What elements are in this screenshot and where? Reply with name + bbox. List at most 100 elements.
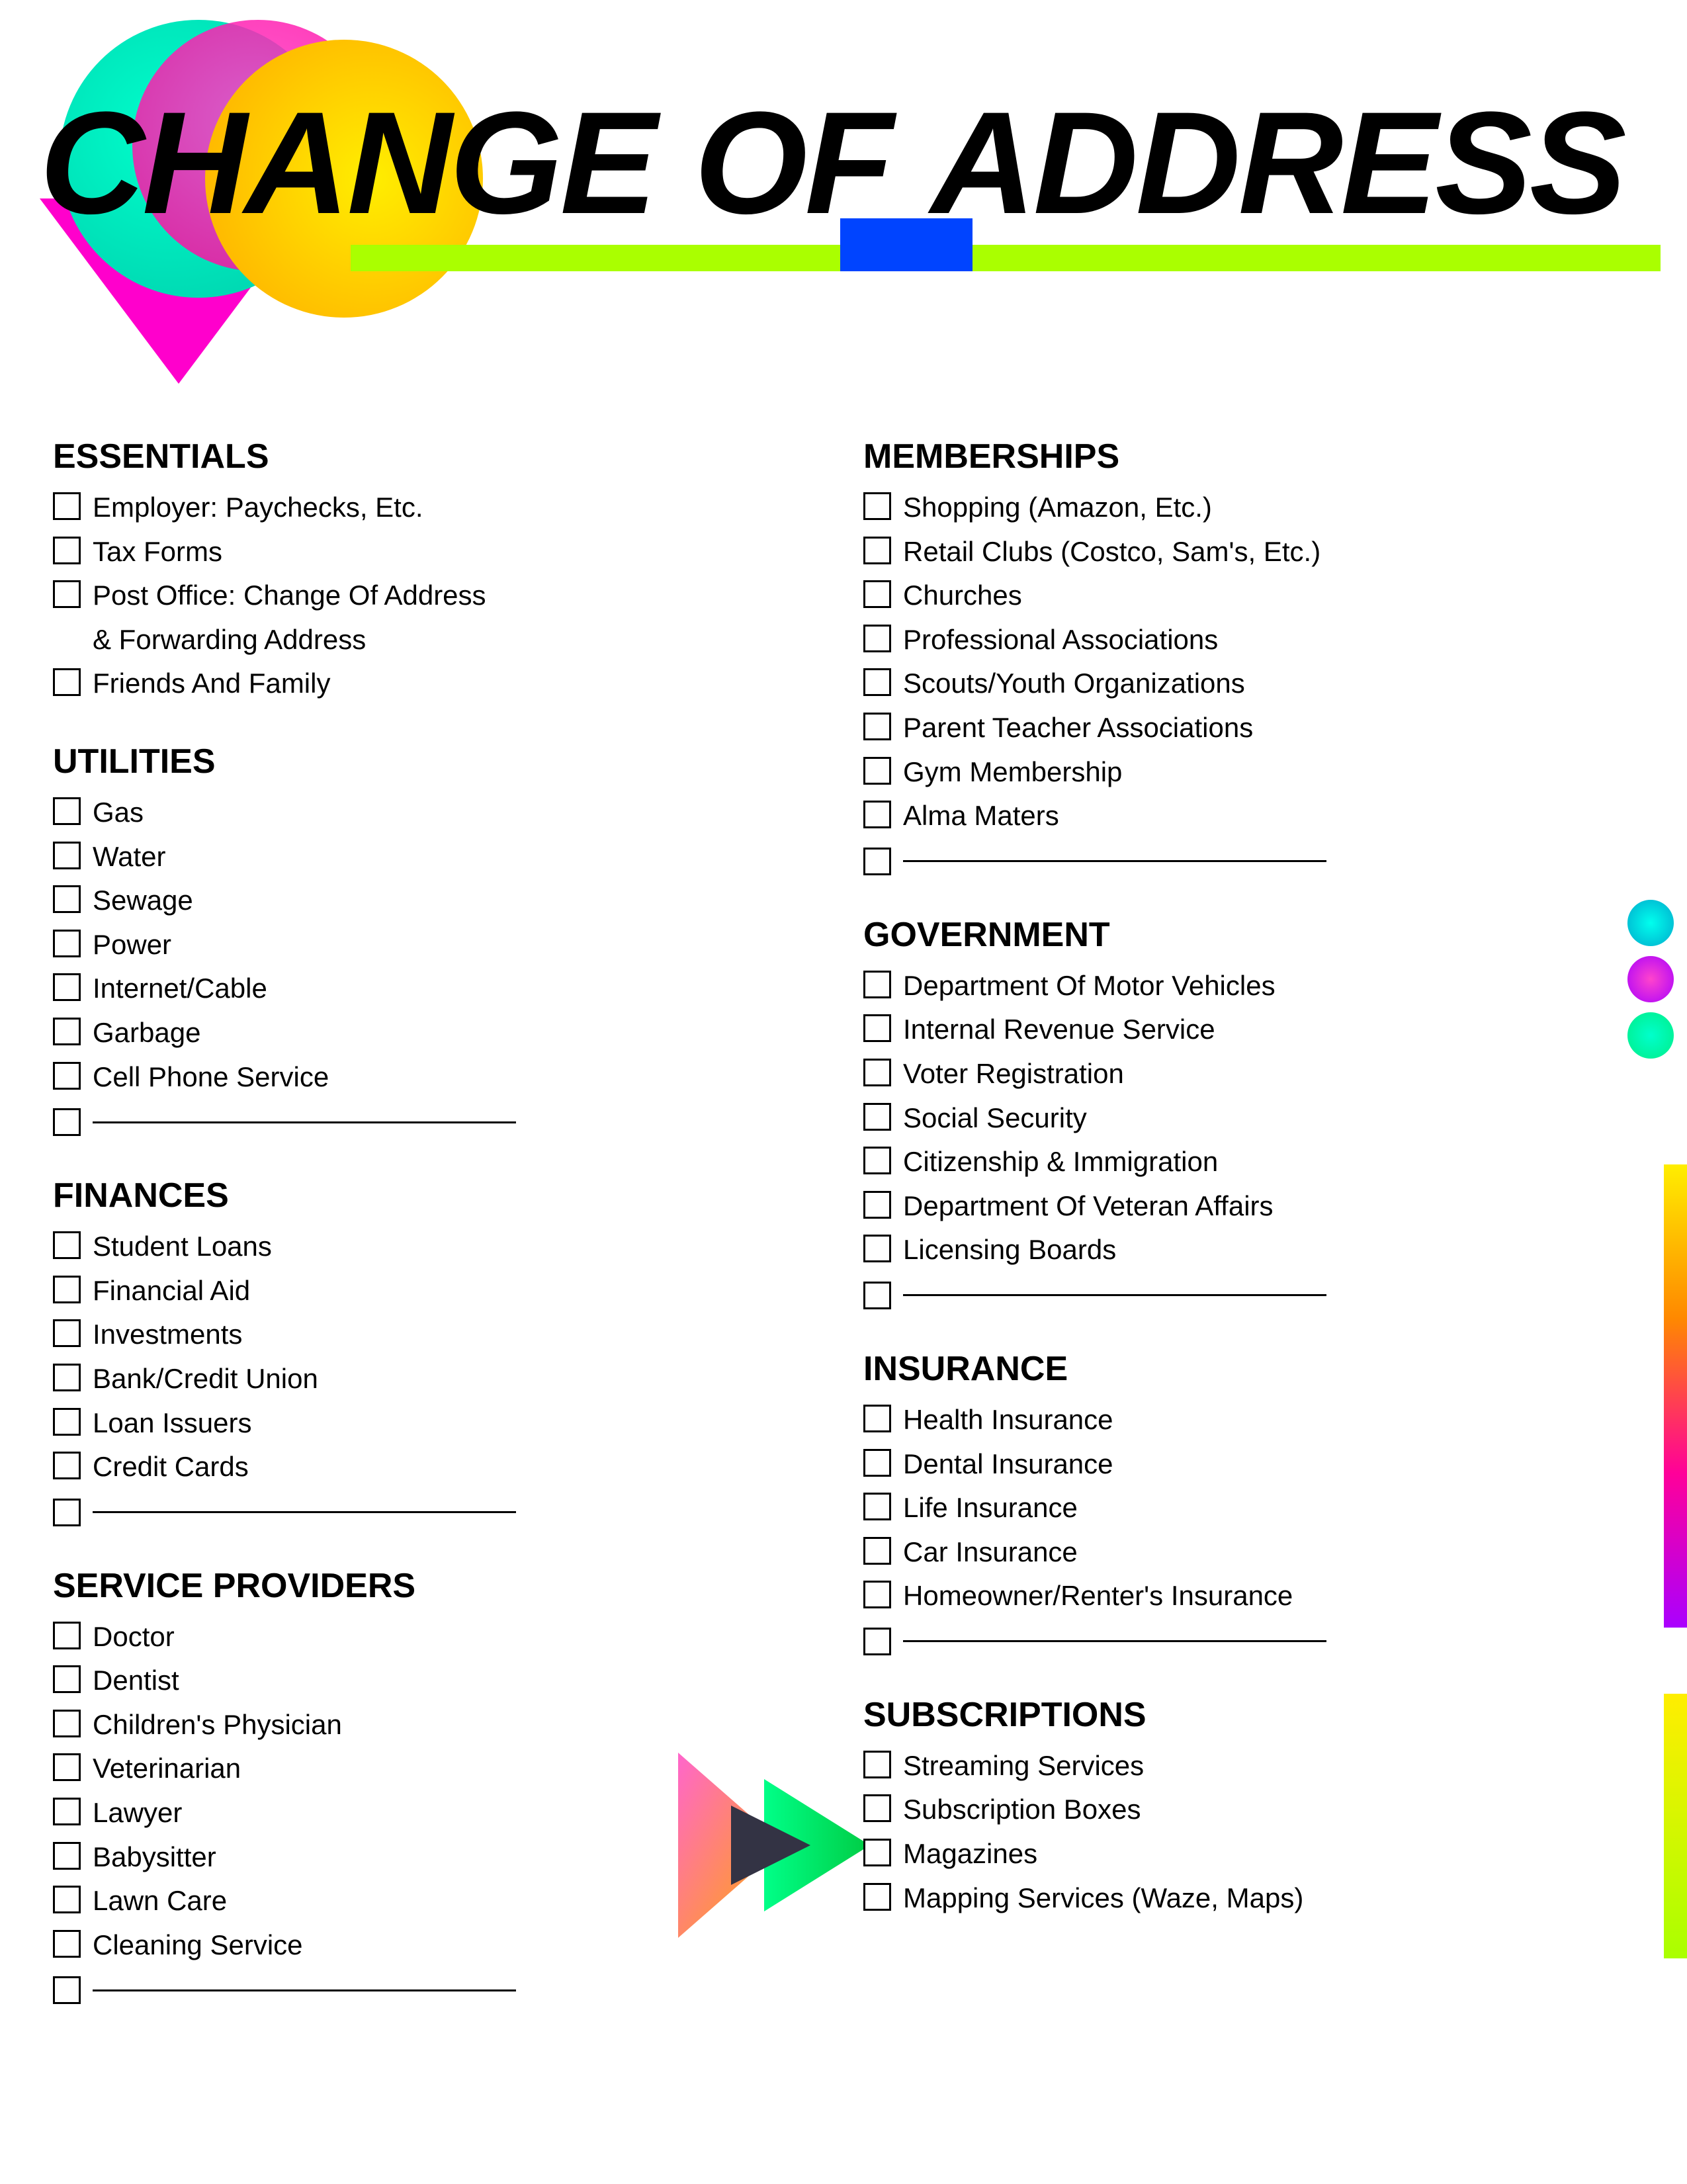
checkbox[interactable] (863, 537, 891, 564)
checkbox[interactable] (53, 1364, 81, 1391)
right-yellow-bar (1664, 1694, 1687, 1958)
checkbox[interactable] (863, 1581, 891, 1608)
title-change: CHANGE (40, 79, 654, 247)
checkbox[interactable] (863, 848, 891, 875)
checkbox[interactable] (863, 625, 891, 652)
title-of: OF (694, 79, 891, 247)
insurance-title: INSURANCE (863, 1349, 1634, 1389)
checkbox[interactable] (863, 1537, 891, 1565)
checkbox[interactable] (53, 668, 81, 696)
checkbox[interactable] (863, 580, 891, 608)
checkbox[interactable] (53, 1499, 81, 1526)
subscriptions-section: SUBSCRIPTIONS Streaming Services Subscri… (863, 1695, 1634, 1916)
deco-circle-1 (1627, 900, 1674, 946)
finances-title: FINANCES (53, 1176, 824, 1215)
checkbox[interactable] (53, 1886, 81, 1913)
blank-line (93, 1121, 516, 1123)
list-item: Tax Forms (53, 534, 824, 570)
checkbox[interactable] (53, 930, 81, 957)
checkbox[interactable] (53, 1062, 81, 1090)
checkbox[interactable] (53, 885, 81, 913)
list-item: Gym Membership (863, 754, 1634, 791)
list-item: Alma Maters (863, 798, 1634, 834)
checkbox[interactable] (53, 1108, 81, 1136)
list-item: Subscription Boxes (863, 1792, 1634, 1828)
checkbox[interactable] (863, 1103, 891, 1131)
checkbox[interactable] (863, 668, 891, 696)
checkbox[interactable] (53, 1231, 81, 1259)
checkbox[interactable] (863, 1191, 891, 1219)
checkbox[interactable] (863, 1282, 891, 1309)
list-item: Financial Aid (53, 1273, 824, 1309)
checkbox[interactable] (53, 1753, 81, 1781)
checkbox[interactable] (53, 1798, 81, 1825)
list-item: Post Office: Change Of Address (53, 578, 824, 614)
list-item: Voter Registration (863, 1056, 1634, 1092)
list-item: Water (53, 839, 824, 875)
blank-line (93, 1989, 516, 1991)
list-item: Student Loans (53, 1229, 824, 1265)
checkbox[interactable] (863, 1493, 891, 1520)
service-providers-section: SERVICE PROVIDERS Doctor Dentist Childre… (53, 1566, 824, 2005)
checkbox[interactable] (863, 971, 891, 998)
list-item: Homeowner/Renter's Insurance (863, 1578, 1634, 1614)
checkbox[interactable] (863, 1839, 891, 1866)
list-item: Internet/Cable (53, 971, 824, 1007)
checkbox[interactable] (53, 1452, 81, 1479)
essentials-section: ESSENTIALS Employer: Paychecks, Etc. Tax… (53, 437, 824, 702)
checkbox[interactable] (863, 757, 891, 785)
custom-entry-line (53, 1976, 824, 2004)
checkbox[interactable] (53, 842, 81, 869)
checkbox[interactable] (53, 1976, 81, 2004)
list-item: Credit Cards (53, 1449, 824, 1485)
checkbox[interactable] (863, 713, 891, 740)
list-item: Churches (863, 578, 1634, 614)
deco-circle-2 (1627, 956, 1674, 1002)
checkbox[interactable] (53, 1319, 81, 1347)
government-section: GOVERNMENT Department Of Motor Vehicles … (863, 915, 1634, 1309)
checkbox[interactable] (53, 1622, 81, 1649)
right-bar-decoration (1664, 1164, 1687, 1628)
checkbox[interactable] (53, 1842, 81, 1870)
custom-entry-line (863, 1628, 1634, 1655)
list-item: Cell Phone Service (53, 1059, 824, 1096)
checkbox[interactable] (863, 1147, 891, 1174)
list-item: Bank/Credit Union (53, 1361, 824, 1397)
checkbox[interactable] (53, 1710, 81, 1737)
checkbox[interactable] (53, 580, 81, 608)
checkbox[interactable] (53, 973, 81, 1001)
checkbox[interactable] (863, 1794, 891, 1822)
checkbox[interactable] (863, 1014, 891, 1042)
list-item: Employer: Paychecks, Etc. (53, 490, 824, 526)
checkbox[interactable] (53, 492, 81, 520)
list-item: Streaming Services (863, 1748, 1634, 1784)
list-item: Social Security (863, 1100, 1634, 1137)
checkbox[interactable] (53, 537, 81, 564)
list-item: Parent Teacher Associations (863, 710, 1634, 746)
checkbox[interactable] (53, 1276, 81, 1303)
checkbox[interactable] (863, 1883, 891, 1911)
checkbox[interactable] (863, 1059, 891, 1086)
list-item: Professional Associations (863, 622, 1634, 658)
checkbox[interactable] (863, 1235, 891, 1262)
list-item: Power (53, 927, 824, 963)
checkbox[interactable] (53, 1930, 81, 1958)
checkbox[interactable] (53, 1665, 81, 1693)
checkbox[interactable] (863, 492, 891, 520)
utilities-section: UTILITIES Gas Water Sewage Power Interne… (53, 742, 824, 1136)
utilities-title: UTILITIES (53, 742, 824, 781)
checkbox[interactable] (53, 797, 81, 825)
list-item: Sewage (53, 883, 824, 919)
green-bar-decoration (351, 245, 1661, 271)
list-item: Health Insurance (863, 1402, 1634, 1438)
list-item: Investments (53, 1317, 824, 1353)
checkbox[interactable] (53, 1018, 81, 1045)
checkbox[interactable] (863, 1628, 891, 1655)
checkbox[interactable] (53, 1408, 81, 1436)
checkbox[interactable] (863, 1405, 891, 1432)
checkbox[interactable] (863, 801, 891, 828)
checkbox[interactable] (863, 1449, 891, 1477)
service-providers-title: SERVICE PROVIDERS (53, 1566, 824, 1606)
checkbox[interactable] (863, 1751, 891, 1778)
insurance-section: INSURANCE Health Insurance Dental Insura… (863, 1349, 1634, 1655)
